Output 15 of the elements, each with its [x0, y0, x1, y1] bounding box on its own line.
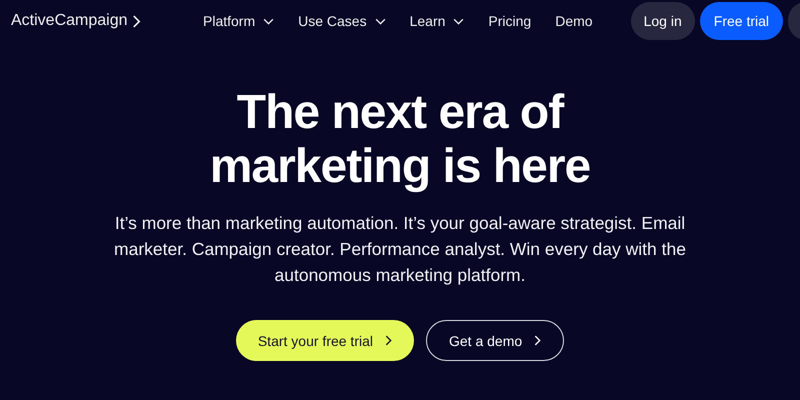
nav-menu[interactable]: Learn	[410, 13, 464, 29]
nav-menu[interactable]: Platform	[203, 13, 274, 29]
nav-link[interactable]: Pricing	[488, 13, 532, 29]
nav-menu[interactable]: Use Cases	[298, 13, 386, 29]
demo-button[interactable]: Get a demo	[426, 320, 564, 361]
chevron-icon	[385, 335, 392, 346]
logo[interactable]: ActiveCampaign	[11, 12, 128, 30]
chevron-icon	[534, 335, 542, 346]
hero-subtitle: It’s more than marketing automation. It’s your goal-aware strategist. Email marketer. Campaign creator. Performance analyst. Win every day with the autonomous marketing platform.	[113, 212, 687, 287]
hero-title: The next era of marketing is here	[208, 86, 592, 194]
start-trial-button[interactable]: Start your free trial	[236, 320, 414, 361]
login-button[interactable]: Log in	[630, 2, 695, 40]
nav-link[interactable]: Demo	[555, 13, 593, 29]
free-trial-button[interactable]: Free trial	[700, 2, 783, 40]
logo-chevron-icon	[132, 14, 140, 28]
